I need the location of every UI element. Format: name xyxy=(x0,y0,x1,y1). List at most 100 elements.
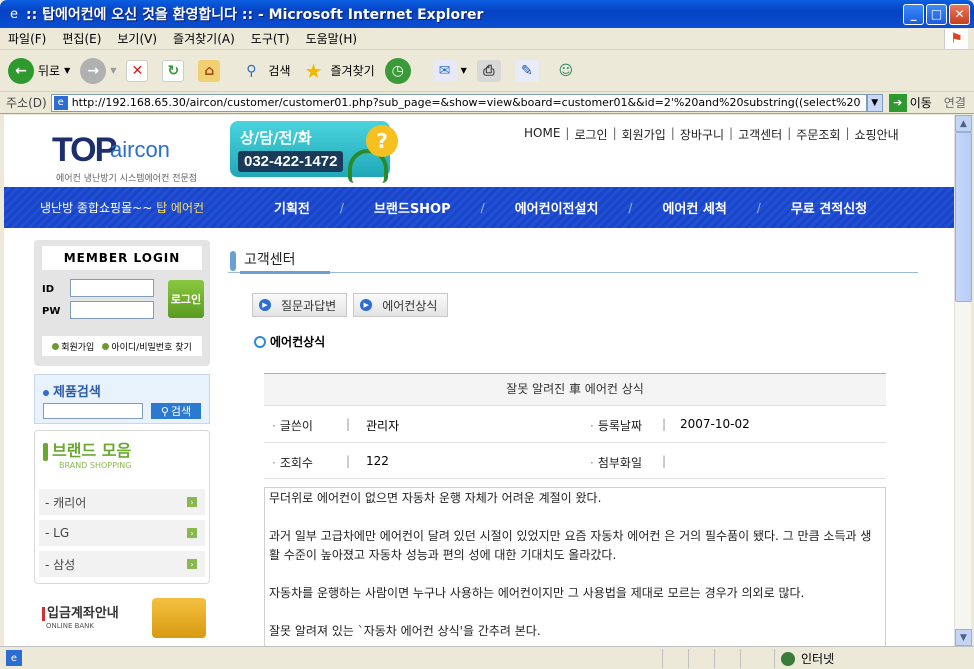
board-subtitle: 에어컨상식 xyxy=(254,333,325,350)
menu-favorites[interactable]: 즐겨찾기(A) xyxy=(165,30,243,47)
post-meta-row-1: 글쓴이 | 관리자 등록날짜 | 2007-10-02 xyxy=(264,405,886,442)
login-button[interactable]: 로그인 xyxy=(168,280,204,318)
product-search-input[interactable] xyxy=(43,403,143,419)
refresh-button[interactable]: ↻ xyxy=(162,59,188,82)
brand-title: 브랜드 모음 xyxy=(43,437,131,461)
tab-aircon-tips[interactable]: ▶ 에어컨상식 xyxy=(353,293,449,317)
nav-quote[interactable]: 무료 견적신청 xyxy=(791,198,867,217)
star-icon: ★ xyxy=(304,58,323,83)
topnav-customer[interactable]: 고객센터 xyxy=(738,126,782,143)
home-button[interactable]: ⌂ xyxy=(198,59,224,82)
section-title: 고객센터 xyxy=(228,245,918,274)
circle-icon xyxy=(254,335,266,348)
mail-dropdown-icon[interactable]: ▼ xyxy=(461,66,467,75)
printer-icon: ⎙ xyxy=(476,59,501,82)
topnav-guide[interactable]: 쇼핑안내 xyxy=(855,126,899,143)
back-arrow-icon: ← xyxy=(8,57,34,84)
messenger-button[interactable]: ☺ xyxy=(553,58,583,84)
menu-help[interactable]: 도움말(H) xyxy=(298,30,366,47)
menu-edit[interactable]: 편집(E) xyxy=(54,30,109,47)
find-account-link[interactable]: 아이디/비밀번호 찾기 xyxy=(102,340,192,353)
topnav-order[interactable]: 주문조회 xyxy=(796,126,840,143)
topnav-join[interactable]: 회원가입 xyxy=(622,126,666,143)
id-label: ID xyxy=(42,284,55,295)
join-link[interactable]: 회원가입 xyxy=(52,340,94,353)
brand-item-lg[interactable]: - LG › xyxy=(39,520,205,546)
brand-subtitle: BRAND SHOPPING xyxy=(59,461,132,470)
stop-button[interactable]: ✕ xyxy=(126,59,152,82)
status-segment xyxy=(714,649,715,668)
forward-dropdown-icon[interactable]: ▼ xyxy=(110,66,116,75)
vertical-scrollbar[interactable]: ▲ ▼ xyxy=(954,115,972,646)
back-label: 뒤로 xyxy=(38,64,61,78)
brand-item-carrier[interactable]: - 캐리어 › xyxy=(39,489,205,515)
mail-button[interactable]: ✉ ▼ xyxy=(432,59,467,82)
login-title: MEMBER LOGIN xyxy=(42,246,202,270)
post-meta-row-2: 조회수 | 122 첨부화일 | xyxy=(264,442,886,479)
bank-info-box: 입금계좌안내 ONLINE BANK xyxy=(34,596,210,646)
topnav-home[interactable]: HOME xyxy=(524,126,560,143)
brand-item-label: - LG xyxy=(45,526,70,540)
address-input[interactable]: e http://192.168.65.30/aircon/customer/c… xyxy=(50,93,867,112)
tab-qna[interactable]: ▶ 질문과답변 xyxy=(252,293,348,317)
window-title: :: 탑에어컨에 오신 것을 환영합니다 :: - Microsoft Inte… xyxy=(26,7,484,23)
views-label: 조회수 xyxy=(272,454,313,471)
refresh-icon: ↻ xyxy=(162,59,185,82)
page-icon: e xyxy=(53,95,68,110)
product-search-title: 제품검색 xyxy=(43,381,101,400)
nav-special[interactable]: 기획전 xyxy=(274,198,310,217)
ie-icon: e xyxy=(10,6,18,22)
back-dropdown-icon[interactable]: ▼ xyxy=(64,66,70,75)
left-column: MEMBER LOGIN ID PW 로그인 회원가입 아이디/비밀번호 찾기 … xyxy=(34,240,210,646)
scroll-up-icon[interactable]: ▲ xyxy=(955,115,972,132)
maximize-button[interactable]: □ xyxy=(926,3,947,25)
brand-title-label: 브랜드 모음 xyxy=(52,441,132,460)
status-segment xyxy=(662,649,663,668)
edit-button[interactable]: ✎ xyxy=(514,59,543,82)
scroll-down-icon[interactable]: ▼ xyxy=(955,629,972,646)
menu-file[interactable]: 파일(F) xyxy=(0,30,54,47)
bar-icon xyxy=(43,442,48,461)
nav-relocation[interactable]: 에어컨이전설치 xyxy=(515,198,599,217)
zone-label: 인터넷 xyxy=(801,652,835,666)
forward-button[interactable]: → ▼ xyxy=(80,57,116,84)
scroll-thumb[interactable] xyxy=(955,132,972,302)
print-button[interactable]: ⎙ xyxy=(476,59,505,82)
product-search-label: 제품검색 xyxy=(53,385,101,400)
history-button[interactable]: ◷ xyxy=(384,57,415,84)
toolbar: ← 뒤로 ▼ → ▼ ✕ ↻ ⌂ ⚲ 검색 ★ 즐겨찾기 ◷ ✉ ▼ ⎙ ✎ ☺ xyxy=(0,50,974,92)
minimize-button[interactable]: _ xyxy=(903,3,924,25)
edit-page-icon: ✎ xyxy=(514,59,539,82)
site-logo[interactable]: TOP aircon 에어컨 냉난방기 시스템에어컨 전문점 xyxy=(48,121,197,184)
pw-input[interactable] xyxy=(70,301,154,319)
topnav-cart[interactable]: 장바구니 xyxy=(680,126,724,143)
id-input[interactable] xyxy=(70,279,154,297)
menu-view[interactable]: 보기(V) xyxy=(109,30,165,47)
board-subtitle-label: 에어컨상식 xyxy=(270,335,326,349)
bank-title-label: 입금계좌안내 xyxy=(47,606,119,621)
post-paragraph: 자동차를 운행하는 사람이면 누구나 사용하는 에어컨이지만 그 사용법을 제대… xyxy=(269,586,805,600)
search-button[interactable]: ⚲ 검색 xyxy=(238,58,290,84)
status-segment xyxy=(688,649,689,668)
post-paragraph: 무더위로 에어컨이 없으면 자동차 운행 자체가 어려운 계절이 왔다. xyxy=(269,491,602,505)
address-dropdown-icon[interactable]: ▼ xyxy=(866,93,883,112)
close-button[interactable]: ✕ xyxy=(949,3,970,25)
dot-icon xyxy=(102,342,110,350)
nav-cleaning[interactable]: 에어컨 세척 xyxy=(662,198,726,217)
favorites-label: 즐겨찾기 xyxy=(330,64,375,78)
find-label: 아이디/비밀번호 찾기 xyxy=(111,342,192,353)
go-button[interactable]: ➔ 이동 xyxy=(888,93,932,112)
brand-item-samsung[interactable]: - 삼성 › xyxy=(39,551,205,577)
play-icon: ▶ xyxy=(360,299,373,311)
menu-tools[interactable]: 도구(T) xyxy=(243,30,298,47)
product-search-button[interactable]: ⚲ 검색 xyxy=(151,403,201,419)
nav-brandshop[interactable]: 브랜드SHOP xyxy=(374,198,451,217)
back-button[interactable]: ← 뒤로 ▼ xyxy=(8,57,70,84)
topnav-login[interactable]: 로그인 xyxy=(574,126,607,143)
mail-icon: ✉ xyxy=(432,59,457,82)
links-button[interactable]: 연결 xyxy=(944,94,966,111)
address-label: 주소(D) xyxy=(6,96,47,110)
arrow-right-icon: › xyxy=(187,528,197,538)
call-number: 032-422-1472 xyxy=(238,151,344,172)
favorites-button[interactable]: ★ 즐겨찾기 xyxy=(301,58,375,84)
